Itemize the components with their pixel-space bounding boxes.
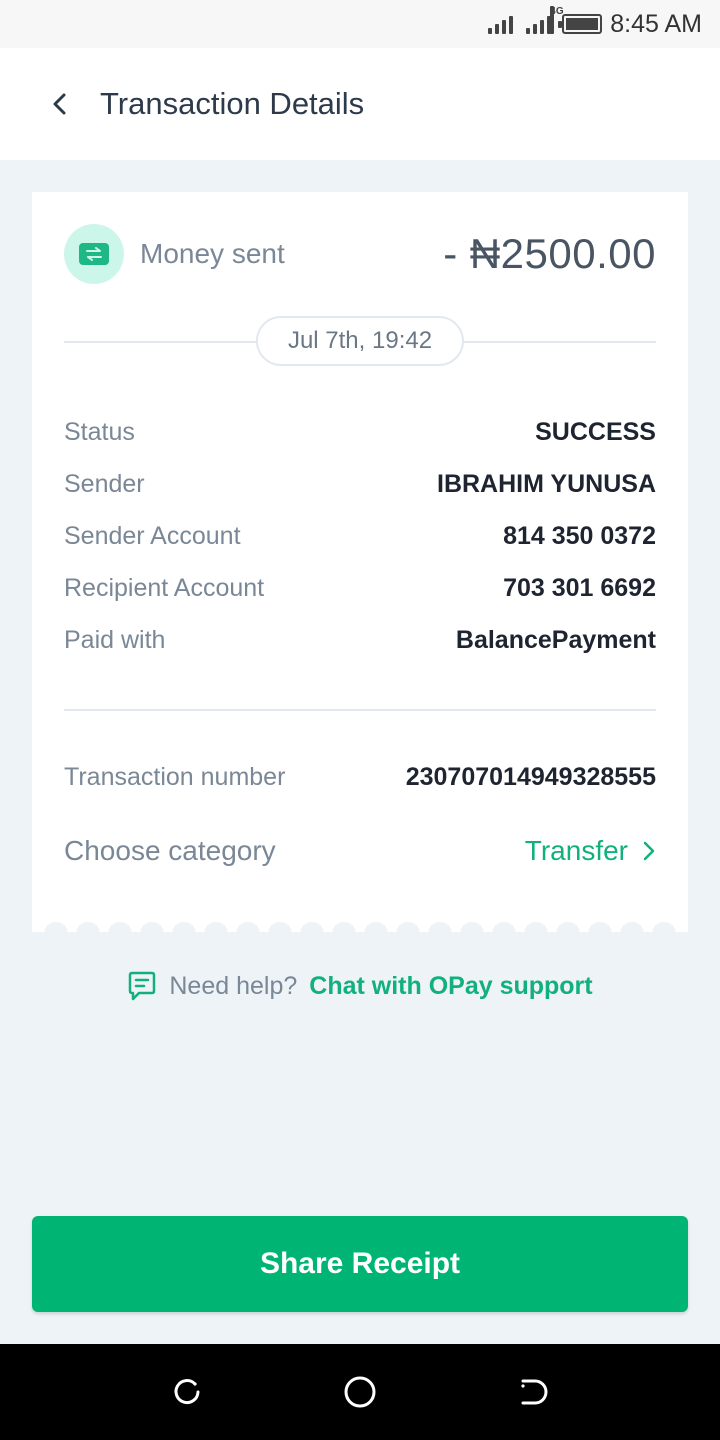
- detail-value: IBRAHIM YUNUSA: [437, 469, 656, 498]
- category-row[interactable]: Choose category Transfer: [64, 826, 656, 876]
- detail-key: Paid with: [64, 625, 166, 654]
- help-question: Need help?: [169, 971, 298, 1000]
- category-key: Choose category: [64, 835, 276, 866]
- chat-support-link[interactable]: Chat with OPay support: [309, 972, 592, 1001]
- home-button[interactable]: [330, 1362, 390, 1422]
- system-nav-bar: [0, 1344, 720, 1440]
- summary-row: Money sent - ₦2500.00: [64, 224, 656, 284]
- back-arrow-icon: [53, 93, 66, 115]
- clock: 8:45 AM: [610, 9, 702, 38]
- category-value: Transfer: [524, 835, 628, 866]
- detail-row-recipient-account: Recipient Account 703 301 6692: [64, 562, 656, 614]
- receipt-scallop-edge: [32, 920, 688, 946]
- detail-key: Recipient Account: [64, 573, 265, 602]
- date-pill: Jul 7th, 19:42: [255, 316, 465, 366]
- home-icon: [344, 1376, 376, 1408]
- recent-apps-icon: [174, 1379, 200, 1405]
- signal-icon: [486, 12, 516, 36]
- detail-key: Status: [64, 417, 135, 446]
- recent-apps-button[interactable]: [157, 1362, 217, 1422]
- detail-row-sender-account: Sender Account 814 350 0372: [64, 510, 656, 562]
- detail-key: Sender: [64, 469, 145, 498]
- chevron-right-icon: [643, 841, 655, 861]
- signal-4g-icon: 4G: [524, 6, 564, 36]
- detail-row-paid-with: Paid with BalancePayment: [64, 614, 656, 666]
- transfer-icon: [64, 224, 124, 284]
- detail-value: BalancePayment: [455, 625, 656, 654]
- receipt-card: Money sent - ₦2500.00 Jul 7th, 19:42 Sta…: [32, 192, 688, 932]
- status-bar: 4G 8:45 AM: [0, 0, 720, 48]
- section-divider: [64, 709, 656, 711]
- amount: - ₦2500.00: [443, 230, 656, 277]
- category-link[interactable]: Transfer: [525, 835, 656, 867]
- back-icon: [521, 1379, 548, 1405]
- detail-row-sender: Sender IBRAHIM YUNUSA: [64, 458, 656, 510]
- back-nav-button[interactable]: [503, 1362, 563, 1422]
- transaction-number-key: Transaction number: [64, 762, 286, 791]
- detail-value: 814 350 0372: [503, 521, 656, 550]
- page-title: Transaction Details: [100, 86, 365, 121]
- detail-list: Status SUCCESS Sender IBRAHIM YUNUSA Sen…: [64, 406, 656, 666]
- detail-value: SUCCESS: [535, 417, 656, 446]
- back-button[interactable]: [30, 74, 90, 134]
- detail-row-status: Status SUCCESS: [64, 406, 656, 458]
- battery-icon: [558, 14, 603, 34]
- transaction-number-value[interactable]: 230707014949328555: [406, 763, 656, 792]
- transaction-type-label: Money sent: [140, 238, 285, 269]
- detail-value: 703 301 6692: [503, 573, 656, 602]
- date-row: Jul 7th, 19:42: [64, 316, 656, 366]
- app-header: Transaction Details: [0, 48, 720, 160]
- chat-icon: [129, 971, 156, 1001]
- detail-key: Sender Account: [64, 521, 241, 550]
- help-row: Need help? Chat with OPay support: [0, 964, 720, 1008]
- share-receipt-button[interactable]: Share Receipt: [32, 1216, 688, 1312]
- transaction-number-row: Transaction number 230707014949328555: [64, 752, 656, 802]
